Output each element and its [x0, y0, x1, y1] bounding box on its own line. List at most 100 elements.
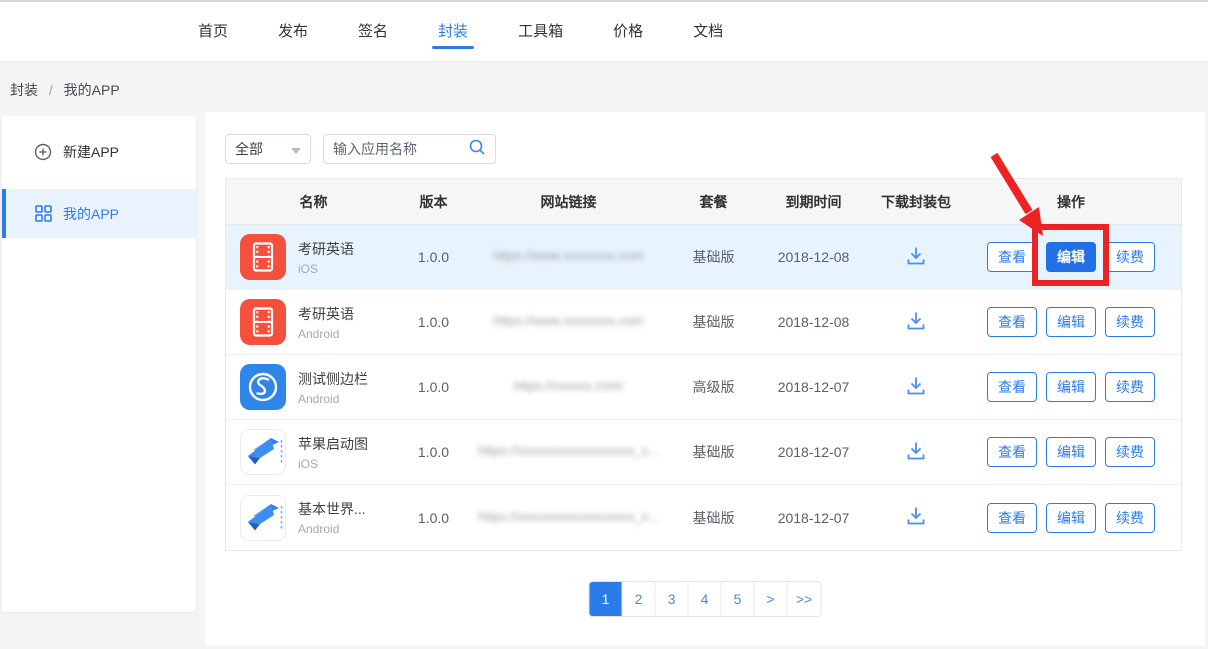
app-title: 苹果启动图 — [298, 434, 368, 454]
column-header: 名称 — [226, 192, 401, 212]
app-title: 考研英语 — [298, 239, 354, 259]
plan-badge: 基础版 — [671, 312, 756, 332]
grid-icon — [34, 205, 52, 222]
actions-cell: 查看编辑续费 — [961, 503, 1181, 533]
nav-tab-7[interactable]: 文档 — [693, 2, 723, 61]
edit-button-row-4[interactable]: 编辑 — [1046, 437, 1096, 467]
expiry-date: 2018-12-07 — [756, 510, 871, 526]
next-page-button[interactable]: > — [755, 582, 788, 616]
edit-button-row-5[interactable]: 编辑 — [1046, 503, 1096, 533]
category-select[interactable]: 全部 — [225, 134, 311, 164]
page-button-3[interactable]: 3 — [656, 582, 689, 616]
sidebar-item-label: 我的APP — [63, 204, 119, 224]
download-icon[interactable] — [905, 441, 927, 461]
website-url-masked: https://xxxxxxxxxxxxxxxxxx_x... — [478, 509, 659, 524]
search-icon[interactable] — [468, 138, 486, 161]
app-platform: Android — [298, 392, 368, 406]
app-name-cell: 测试侧边栏Android — [226, 364, 401, 410]
breadcrumb: 封装 / 我的APP — [10, 80, 120, 100]
app-version: 1.0.0 — [401, 444, 466, 460]
expiry-date: 2018-12-07 — [756, 379, 871, 395]
nav-tab-3[interactable]: 签名 — [358, 2, 388, 61]
app-version: 1.0.0 — [401, 379, 466, 395]
actions-cell: 查看编辑续费 — [961, 372, 1181, 402]
nav-tab-6[interactable]: 价格 — [613, 2, 643, 61]
sidebar: 新建APP 我的APP — [2, 115, 196, 612]
table-body: 考研英语iOS1.0.0https://www.xxxxxxxx.com基础版2… — [226, 225, 1181, 550]
page-button-1[interactable]: 1 — [590, 582, 623, 616]
plan-badge: 基础版 — [671, 247, 756, 267]
view-button-row-3[interactable]: 查看 — [987, 372, 1037, 402]
view-button-row-4[interactable]: 查看 — [987, 437, 1037, 467]
website-url-masked: https://www.xxxxxxxx.com — [493, 248, 643, 263]
view-button-row-1[interactable]: 查看 — [987, 242, 1037, 272]
app-name-cell: 考研英语 Android — [226, 299, 401, 345]
breadcrumb-current: 我的APP — [64, 82, 120, 98]
page-button-4[interactable]: 4 — [689, 582, 722, 616]
app-name-cell: 考研英语 iOS — [226, 234, 401, 280]
chevron-down-icon — [291, 141, 301, 157]
app-platform: Android — [298, 327, 354, 341]
page-button-5[interactable]: 5 — [722, 582, 755, 616]
table-row: 基本世界...Android1.0.0https://xxxxxxxxxxxxx… — [226, 485, 1181, 550]
download-icon[interactable] — [905, 376, 927, 396]
app-platform: iOS — [298, 262, 354, 276]
main-panel: 全部 名称版本网站链接套餐到期时间下载封装包操作 考研英语 iOS 1.0.0 htt… — [205, 112, 1205, 646]
column-header: 操作 — [961, 192, 1181, 212]
pagination: 12345>>> — [589, 581, 822, 617]
renew-button-row-5[interactable]: 续费 — [1105, 503, 1155, 533]
breadcrumb-section[interactable]: 封装 — [10, 82, 38, 98]
app-title: 考研英语 — [298, 304, 354, 324]
view-button-row-5[interactable]: 查看 — [987, 503, 1037, 533]
edit-button-row-3[interactable]: 编辑 — [1046, 372, 1096, 402]
app-name-cell: 苹果启动图 iOS — [226, 429, 401, 475]
last-page-button[interactable]: >> — [788, 582, 821, 616]
edit-button-row-1[interactable]: 编辑 — [1046, 242, 1096, 272]
column-header: 套餐 — [671, 192, 756, 212]
edit-button-row-2[interactable]: 编辑 — [1046, 307, 1096, 337]
bird-icon — [240, 429, 286, 475]
download-icon[interactable] — [905, 506, 927, 526]
renew-button-row-4[interactable]: 续费 — [1105, 437, 1155, 467]
renew-button-row-2[interactable]: 续费 — [1105, 307, 1155, 337]
top-nav: 首页发布签名封装 工具箱 价格文档 — [0, 0, 1208, 62]
nav-tab-5[interactable]: 工具箱 — [518, 2, 563, 61]
app-packaging-page: { "nav": { "items": [ {"label": "首页", "a… — [0, 0, 1208, 649]
plan-badge: 基础版 — [671, 508, 756, 528]
column-header: 版本 — [401, 192, 466, 212]
download-icon[interactable] — [905, 246, 927, 266]
plan-badge: 高级版 — [671, 377, 756, 397]
app-name-cell: 基本世界... Android — [226, 495, 401, 541]
plan-badge: 基础版 — [671, 442, 756, 462]
bird-icon — [240, 495, 286, 541]
app-platform: iOS — [298, 457, 368, 471]
table-header-row: 名称版本网站链接套餐到期时间下载封装包操作 — [226, 179, 1181, 225]
app-title: 基本世界... — [298, 499, 366, 519]
website-url-masked: https://xxxxxx.com/ — [514, 378, 624, 393]
s-logo-icon — [240, 364, 286, 410]
nav-tab-1[interactable]: 首页 — [198, 2, 228, 61]
film-icon — [240, 299, 286, 345]
app-version: 1.0.0 — [401, 249, 466, 265]
breadcrumb-separator: / — [49, 82, 53, 98]
nav-tab-2[interactable]: 发布 — [278, 2, 308, 61]
sidebar-item-active[interactable]: 我的APP — [2, 189, 196, 238]
app-table: 名称版本网站链接套餐到期时间下载封装包操作 考研英语 iOS 1.0.0 https:… — [225, 178, 1182, 551]
expiry-date: 2018-12-08 — [756, 249, 871, 265]
table-row: 考研英语Android1.0.0https://www.xxxxxxxx.com… — [226, 290, 1181, 355]
sidebar-item[interactable]: 新建APP — [2, 127, 196, 176]
website-url-masked: https://xxxxxxxxxxxxxxxxxx_x... — [478, 443, 659, 458]
page-button-2[interactable]: 2 — [623, 582, 656, 616]
app-platform: Android — [298, 522, 366, 536]
column-header: 下载封装包 — [871, 192, 961, 212]
actions-cell: 查看编辑续费 — [961, 437, 1181, 467]
renew-button-row-3[interactable]: 续费 — [1105, 372, 1155, 402]
actions-cell: 查看编辑续费 — [961, 307, 1181, 337]
view-button-row-2[interactable]: 查看 — [987, 307, 1037, 337]
renew-button-row-1[interactable]: 续费 — [1105, 242, 1155, 272]
download-icon[interactable] — [905, 311, 927, 331]
search-box — [323, 134, 496, 164]
search-input[interactable] — [333, 141, 468, 157]
nav-tab-4-active[interactable]: 封装 — [438, 2, 468, 61]
actions-cell: 查看编辑续费 — [961, 242, 1181, 272]
